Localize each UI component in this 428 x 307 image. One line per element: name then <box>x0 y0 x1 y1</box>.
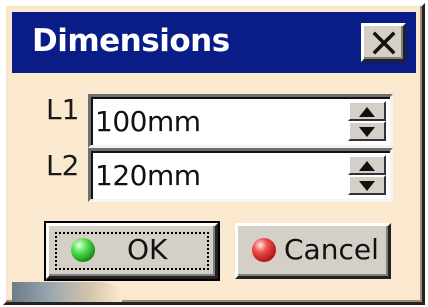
arrow-down-icon <box>359 127 375 137</box>
close-icon <box>372 31 396 55</box>
l1-increment-button[interactable] <box>348 101 386 121</box>
l2-label: L2 <box>46 149 80 182</box>
arrow-down-icon <box>359 181 375 191</box>
dialog-title: Dimensions <box>32 23 230 59</box>
red-light-icon <box>252 238 276 262</box>
l2-spin-field <box>88 148 393 202</box>
ok-button[interactable]: OK <box>44 221 220 281</box>
close-button[interactable] <box>361 23 406 62</box>
l2-input[interactable] <box>95 155 335 195</box>
cancel-button[interactable]: Cancel <box>235 223 391 279</box>
arrow-up-icon <box>359 161 375 171</box>
l1-spinner <box>348 101 386 141</box>
cancel-button-label: Cancel <box>284 233 379 266</box>
arrow-up-icon <box>359 107 375 117</box>
l2-decrement-button[interactable] <box>348 175 386 195</box>
l1-spin-field <box>88 94 393 148</box>
dimensions-dialog: Dimensions L1 L2 <box>3 3 425 305</box>
ok-button-label: OK <box>127 233 168 266</box>
l2-increment-button[interactable] <box>348 155 386 175</box>
green-light-icon <box>71 238 95 262</box>
background-image-fragment <box>12 282 122 302</box>
l1-input[interactable] <box>95 101 335 141</box>
l1-decrement-button[interactable] <box>348 121 386 141</box>
title-bar: Dimensions <box>12 12 416 73</box>
l1-label: L1 <box>46 93 80 126</box>
l2-spinner <box>348 155 386 195</box>
